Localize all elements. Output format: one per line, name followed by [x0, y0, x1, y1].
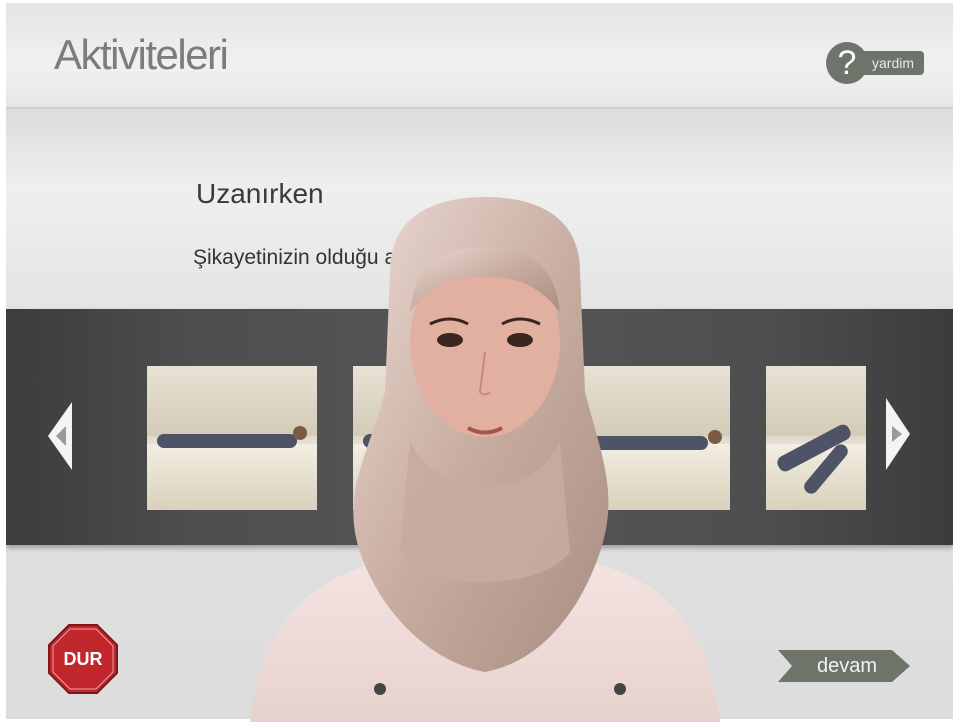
presenter-video [250, 197, 720, 722]
page-title: Aktiviteleri [54, 31, 229, 78]
activity-thumbnail[interactable] [766, 366, 866, 510]
header: Aktiviteleri ? yardim [6, 3, 953, 109]
carousel-prev-arrow-icon[interactable] [48, 402, 72, 470]
help-button[interactable]: ? yardim [826, 41, 925, 85]
carousel-next-arrow-icon[interactable] [886, 398, 910, 470]
stop-button-label[interactable]: DUR [48, 624, 118, 694]
help-icon: ? [826, 42, 868, 84]
next-button-label[interactable]: devam [792, 648, 902, 684]
